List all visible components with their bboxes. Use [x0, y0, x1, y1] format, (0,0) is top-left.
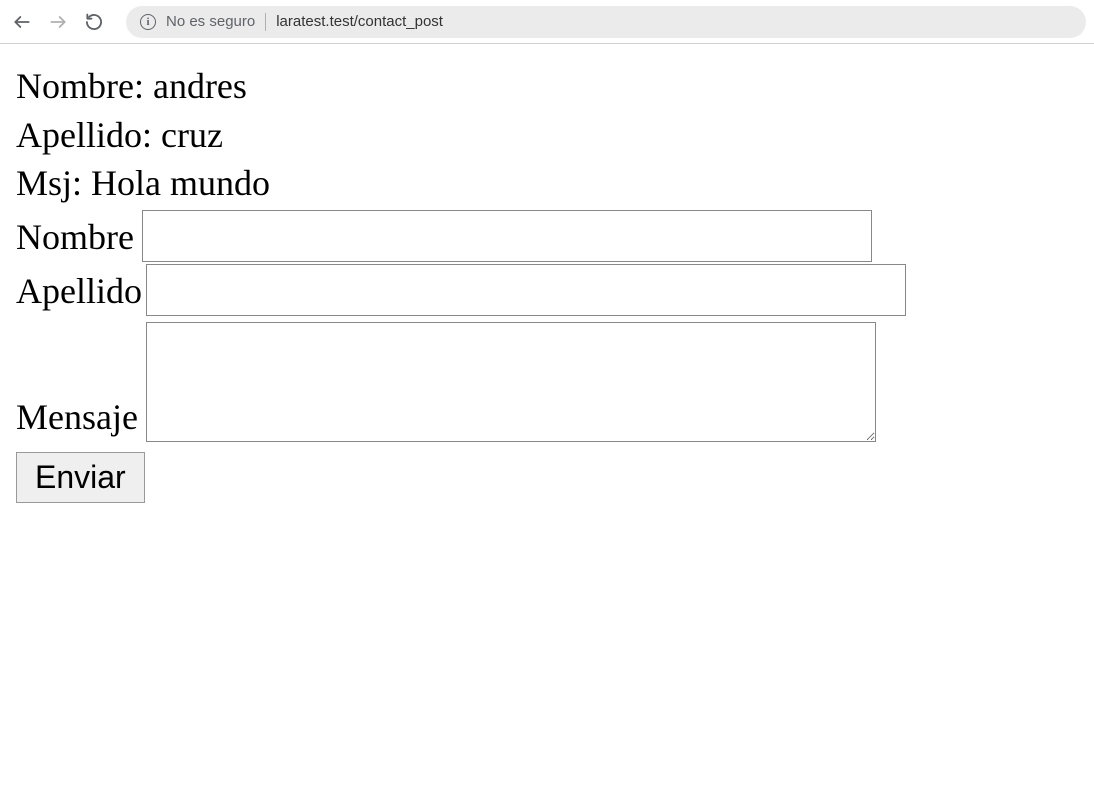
mensaje-label: Mensaje: [16, 393, 138, 442]
info-icon: i: [140, 14, 156, 30]
output-apellido-label: Apellido:: [16, 115, 152, 155]
output-msj-label: Msj:: [16, 163, 82, 203]
apellido-label: Apellido: [16, 267, 142, 316]
output-nombre: Nombre: andres: [16, 62, 1078, 111]
security-status: No es seguro: [166, 13, 255, 30]
output-apellido-value: cruz: [161, 115, 223, 155]
address-divider: [265, 13, 266, 31]
forward-button[interactable]: [44, 8, 72, 36]
apellido-input[interactable]: [146, 264, 906, 316]
url-text: laratest.test/contact_post: [276, 13, 443, 30]
nombre-label: Nombre: [16, 213, 134, 262]
mensaje-textarea[interactable]: [146, 322, 876, 442]
address-bar[interactable]: i No es seguro laratest.test/contact_pos…: [126, 6, 1086, 38]
submit-row: Enviar: [16, 452, 1078, 503]
browser-toolbar: i No es seguro laratest.test/contact_pos…: [0, 0, 1094, 44]
submit-button[interactable]: Enviar: [16, 452, 145, 503]
output-nombre-label: Nombre:: [16, 66, 144, 106]
output-msj: Msj: Hola mundo: [16, 159, 1078, 208]
reload-button[interactable]: [80, 8, 108, 36]
form-row-apellido: Apellido: [16, 264, 1078, 316]
output-msj-value: Hola mundo: [91, 163, 270, 203]
nombre-input[interactable]: [142, 210, 872, 262]
output-nombre-value: andres: [153, 66, 247, 106]
form-row-nombre: Nombre: [16, 210, 1078, 262]
back-button[interactable]: [8, 8, 36, 36]
form-row-mensaje: Mensaje: [16, 322, 1078, 442]
page-body: Nombre: andres Apellido: cruz Msj: Hola …: [0, 44, 1094, 521]
output-apellido: Apellido: cruz: [16, 111, 1078, 160]
